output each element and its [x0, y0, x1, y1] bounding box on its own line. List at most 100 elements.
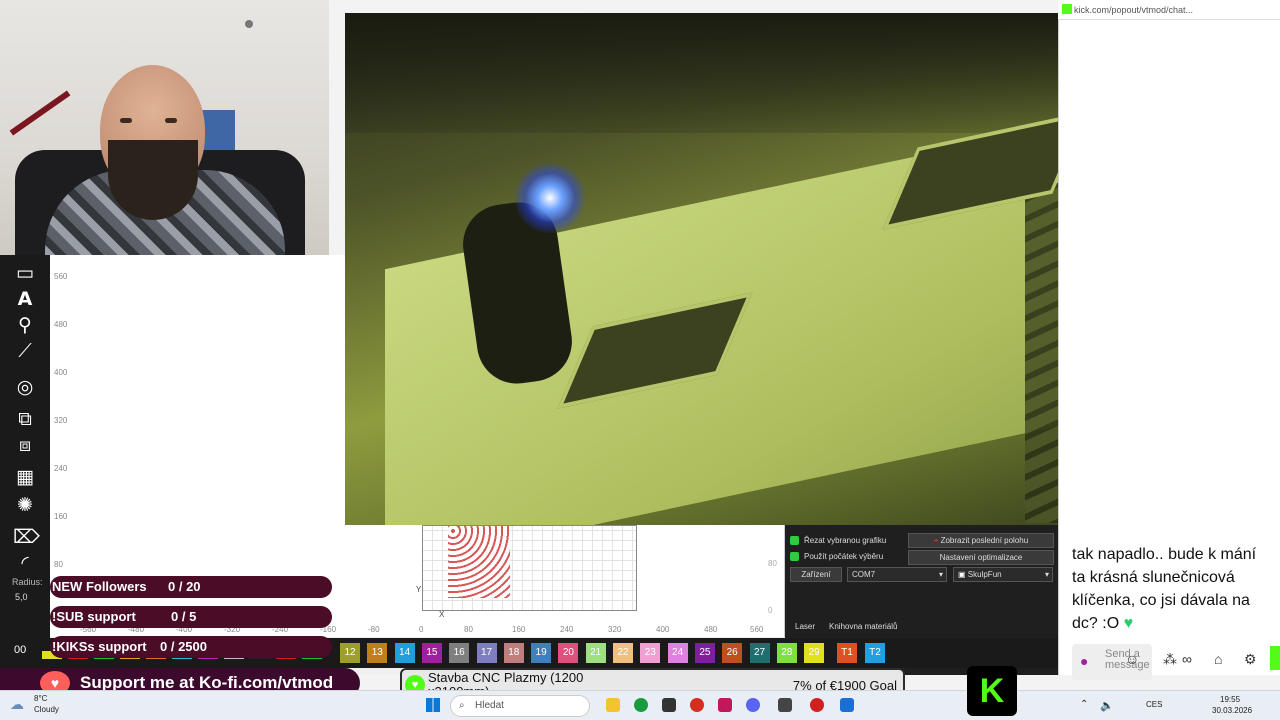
green-heart-icon: ♥	[1123, 615, 1134, 632]
store-icon[interactable]: ⌂	[1214, 651, 1222, 667]
x-tick: 480	[704, 625, 718, 634]
y-tick: 80	[54, 560, 63, 569]
layer-swatch[interactable]: 17	[476, 643, 497, 663]
followers-goal-bar: NEW Followers 0 / 20	[50, 576, 332, 598]
layer-swatch[interactable]: 27	[749, 643, 770, 663]
tab-laser[interactable]: Laser	[795, 622, 815, 631]
layer-swatch[interactable]: 14	[394, 643, 415, 663]
weather-description[interactable]: Cloudy	[34, 705, 59, 714]
offset-tool-icon[interactable]: ◎	[13, 375, 37, 399]
discord-icon[interactable]	[746, 698, 760, 712]
use-selection-origin-checkbox[interactable]: Použít počátek výběru	[790, 552, 883, 561]
layer-swatch[interactable]: 19	[531, 643, 552, 663]
weather-temperature[interactable]: 8°C	[34, 694, 47, 703]
windows-start-icon[interactable]	[426, 698, 440, 712]
checkbox-checked-icon	[790, 536, 799, 545]
chrome-icon[interactable]	[634, 698, 648, 712]
y-tick: 480	[54, 320, 68, 329]
y-tick: 560	[54, 272, 68, 281]
layer-swatch[interactable]: 18	[503, 643, 524, 663]
layer-swatch[interactable]: 26	[722, 643, 743, 663]
file-explorer-icon[interactable]	[606, 698, 620, 712]
crosshair-icon: ⌖	[933, 536, 939, 545]
clock-time[interactable]: 19:55	[1220, 695, 1240, 704]
followers-label: NEW Followers	[52, 579, 147, 594]
chevron-down-icon: ▾	[1044, 570, 1049, 579]
cloud-icon: ☁	[10, 696, 24, 712]
emote-icon[interactable]: ☺	[1125, 651, 1139, 667]
x-tick: 320	[608, 625, 622, 634]
followers-value: 0 / 20	[168, 579, 201, 594]
chevron-up-icon[interactable]: ⌃	[1080, 700, 1090, 710]
app-icon[interactable]	[840, 698, 854, 712]
grid-array-icon[interactable]: ▦	[13, 465, 37, 489]
rectangle-tool-icon[interactable]: ▭	[13, 261, 37, 285]
y-tick: 400	[54, 368, 68, 377]
screen: ▭ A ⚲ ⟋ ◎ ⧉ ⧈ ▦ ✺ ⌦ ◜ Radius: 5,0 560 48…	[0, 0, 1280, 720]
sub-goal-bar: !SUB support 0 / 5	[50, 606, 332, 628]
taskbar-search[interactable]: ⌕ Hledat	[450, 695, 590, 717]
tab-tool-icon[interactable]: ⌦	[13, 525, 40, 549]
clock-date[interactable]: 30.03.2026	[1212, 706, 1252, 715]
optimization-settings-button[interactable]: Nastavení optimalizace	[908, 550, 1054, 565]
layer-swatch[interactable]: T2	[865, 643, 885, 663]
port-select[interactable]: COM7 ▾	[847, 567, 947, 582]
devices-button[interactable]: Zařízení	[790, 567, 842, 582]
app-icon[interactable]	[718, 698, 732, 712]
layer-swatch[interactable]: 24	[667, 643, 688, 663]
tool-sidebar: ▭ A ⚲ ⟋ ◎ ⧉ ⧈ ▦ ✺ ⌦ ◜ Radius: 5,0	[0, 255, 50, 675]
x-tick: 0	[419, 625, 424, 634]
y-axis-label: Y	[416, 585, 422, 594]
layer-swatch[interactable]: 13	[367, 643, 388, 663]
layer-swatch[interactable]: 16	[449, 643, 470, 663]
layer-swatch[interactable]: 12	[340, 643, 360, 663]
layer-swatch[interactable]: 23	[640, 643, 661, 663]
layer-swatch[interactable]: 25	[694, 643, 715, 663]
kiks-value: 0 / 2500	[160, 639, 207, 654]
taskbar: ☁ 8°C Cloudy ⌕ Hledat ⌃ 🔈 CES 19:55 30.0…	[0, 690, 1280, 720]
layer-swatch[interactable]: 15	[421, 643, 442, 663]
scale-label: 0	[768, 606, 773, 615]
brave-icon[interactable]	[690, 698, 704, 712]
engraving-pattern[interactable]	[448, 526, 510, 598]
layer-swatch[interactable]: 21	[585, 643, 606, 663]
search-icon: ⌕	[459, 700, 465, 711]
layer-swatch[interactable]: 20	[558, 643, 579, 663]
obs-icon[interactable]	[810, 698, 824, 712]
app-icon[interactable]	[662, 698, 676, 712]
layer-00[interactable]: 00	[14, 644, 26, 656]
position-pin-icon[interactable]: ⚲	[13, 313, 37, 337]
show-last-position-button[interactable]: ⌖ Zobrazit poslední polohu	[908, 533, 1054, 548]
text-tool-icon[interactable]: A	[13, 287, 37, 311]
measure-tool-icon[interactable]: ⟋	[13, 339, 37, 363]
chat-message: tak napadlo.. bude k mání ta krásná slun…	[1072, 546, 1257, 632]
cut-selected-checkbox[interactable]: Řezat vybranou grafiku	[790, 536, 886, 545]
sub-label: !SUB support	[52, 609, 136, 624]
layer-swatch[interactable]: 29	[804, 643, 825, 663]
layer-swatch[interactable]: 28	[776, 643, 797, 663]
circular-array-icon[interactable]: ✺	[13, 493, 37, 517]
microphone-icon[interactable]: ●	[1080, 653, 1088, 669]
kiks-label: !KIKSs support	[52, 639, 147, 654]
x-tick: 80	[464, 625, 473, 634]
layer-swatch[interactable]: 22	[613, 643, 633, 663]
gear-icon[interactable]: ⚙	[1244, 651, 1257, 668]
group-tool-icon[interactable]: ⧉	[13, 407, 37, 431]
kicks-icon[interactable]: ⁂	[1163, 651, 1177, 668]
corner-radius-icon[interactable]: ◜	[13, 551, 37, 575]
device-icon: ▣	[958, 570, 966, 579]
layer-swatch[interactable]: T1	[837, 643, 857, 663]
infinity-icon[interactable]: ∞	[1182, 651, 1192, 667]
input-language[interactable]: CES	[1146, 700, 1162, 709]
weld-tool-icon[interactable]: ⧈	[13, 433, 37, 457]
app-icon[interactable]	[778, 698, 792, 712]
tab-material-library[interactable]: Knihovna materiálů	[829, 622, 897, 631]
y-tick: 320	[54, 416, 68, 425]
webcam-feed	[0, 0, 329, 255]
workpiece-grid[interactable]	[422, 525, 637, 611]
radius-value[interactable]: 5,0	[15, 592, 28, 602]
chat-input[interactable]: ● Send a message	[1072, 644, 1152, 680]
send-button[interactable]	[1270, 646, 1280, 670]
device-select[interactable]: ▣ SkulpFun ▾	[953, 567, 1053, 582]
speaker-icon[interactable]: 🔈	[1100, 700, 1114, 712]
